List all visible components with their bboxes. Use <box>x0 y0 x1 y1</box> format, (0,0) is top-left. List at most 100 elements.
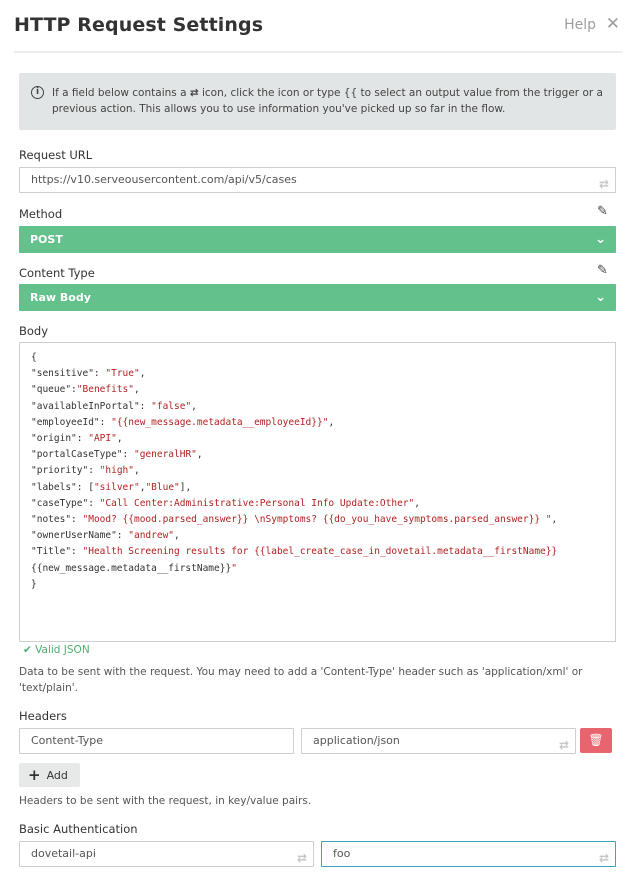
code-token: : <box>116 530 129 542</box>
code-line: "Title": "Health Screening results for {… <box>31 544 604 560</box>
code-line: { <box>31 350 604 366</box>
code-token: , <box>328 416 335 428</box>
code-token: , <box>196 449 203 461</box>
username-input[interactable]: dovetail-api ⇄ <box>19 841 314 867</box>
info-text-before: If a field below contains a <box>52 87 190 99</box>
header-key-value: Content-Type <box>31 734 103 747</box>
close-icon[interactable]: ✕ <box>606 14 620 34</box>
code-token: "portalCaseType" <box>31 449 123 461</box>
content-type-value: Raw Body <box>30 291 91 304</box>
page-title: HTTP Request Settings <box>14 14 264 36</box>
code-token: : <box>93 368 106 380</box>
code-token: "labels" <box>31 481 77 493</box>
method-value: POST <box>30 233 63 246</box>
check-icon: ✔ <box>23 644 32 656</box>
code-token: "Title" <box>31 546 72 558</box>
edit-pencil-icon[interactable]: ✎ <box>597 263 608 278</box>
code-token: : <box>71 546 83 558</box>
code-token: "false" <box>151 400 192 412</box>
code-token: "{{new_message.metadata__employeeId}}" <box>111 416 329 428</box>
code-token: "Benefits" <box>76 384 134 396</box>
code-token: , <box>116 433 123 445</box>
delete-header-button[interactable]: 🗑 <box>580 728 612 753</box>
add-header-button[interactable]: + Add <box>19 763 80 787</box>
code-token: , <box>133 384 140 396</box>
edit-pencil-icon[interactable]: ✎ <box>597 204 608 219</box>
code-token: "Health Screening results for {{label_cr… <box>82 546 558 558</box>
code-token: : [ <box>76 481 94 493</box>
code-token: "notes" <box>31 514 72 526</box>
code-token: "queue" <box>31 384 72 396</box>
code-token: : <box>88 497 100 509</box>
code-token: "True" <box>105 368 140 380</box>
code-token: "high" <box>99 465 134 477</box>
request-url-input[interactable]: https://v10.serveousercontent.com/api/v5… <box>19 167 616 193</box>
code-token: "origin" <box>31 433 77 445</box>
dialog-header: HTTP Request Settings Help ✕ <box>14 0 622 53</box>
code-token: "ownerUserName" <box>31 530 117 542</box>
help-link[interactable]: Help <box>564 17 596 33</box>
info-text: If a field below contains a ⇄ icon, clic… <box>52 85 607 117</box>
add-header-label: Add <box>46 769 68 782</box>
code-token: "Call Center:Administrative:Personal Inf… <box>99 497 415 509</box>
header-value-input[interactable]: application/json ⇄ <box>301 728 576 754</box>
code-token: "silver" <box>93 481 140 493</box>
code-line: "caseType": "Call Center:Administrative:… <box>31 496 604 512</box>
valid-json-status: ✔ Valid JSON <box>23 644 90 656</box>
code-token: "priority" <box>31 465 89 477</box>
code-line: "priority": "high", <box>31 463 604 479</box>
code-token: "Mood? {{mood.parsed_answer}} \nSymptoms… <box>82 514 552 526</box>
code-line: "portalCaseType": "generalHR", <box>31 447 604 463</box>
valid-json-label: Valid JSON <box>35 644 90 656</box>
code-line: "sensitive": "True", <box>31 366 604 382</box>
code-token: } <box>31 578 37 590</box>
code-token: , <box>414 497 420 509</box>
link-variable-icon[interactable]: ⇄ <box>559 733 569 753</box>
link-variable-icon[interactable]: ⇄ <box>599 172 609 192</box>
headers-help-text: Headers to be sent with the request, in … <box>19 795 312 807</box>
header-value-value: application/json <box>313 734 400 747</box>
method-label: Method <box>19 207 63 221</box>
code-token: {{new_message.metadata__firstName}} <box>31 562 232 574</box>
body-help-text: Data to be sent with the request. You ma… <box>19 664 582 696</box>
code-token: , <box>139 368 146 380</box>
body-label: Body <box>19 324 49 338</box>
trash-icon: 🗑 <box>588 733 604 747</box>
content-type-select[interactable]: Raw Body ⌄ <box>19 284 616 311</box>
link-variable-icon[interactable]: ⇄ <box>297 846 307 866</box>
code-token: : <box>88 465 100 477</box>
headers-label: Headers <box>19 709 67 723</box>
code-token: " <box>231 562 237 574</box>
header-key-input[interactable]: Content-Type <box>19 728 294 754</box>
chevron-down-icon: ⌄ <box>595 232 606 247</box>
link-variable-icon[interactable]: ⇄ <box>599 846 609 866</box>
code-line: "labels": ["silver","Blue"], <box>31 480 604 496</box>
code-token: : <box>99 416 112 428</box>
request-url-label: Request URL <box>19 148 93 162</box>
code-token: { <box>31 352 37 363</box>
chevron-down-icon: ⌄ <box>595 290 606 305</box>
username-value: dovetail-api <box>31 847 96 860</box>
code-line: "availableInPortal": "false", <box>31 399 604 415</box>
code-line: "ownerUserName": "andrew", <box>31 528 604 544</box>
method-select[interactable]: POST ⌄ <box>19 226 616 253</box>
code-line: } <box>31 577 604 593</box>
content-type-label: Content Type <box>19 266 95 280</box>
code-line: "employeeId": "{{new_message.metadata__e… <box>31 415 604 431</box>
password-input[interactable]: foo ⇄ <box>321 841 616 867</box>
link-variable-icon: ⇄ <box>189 87 199 99</box>
code-token: "Blue" <box>145 481 180 493</box>
code-line: "notes": "Mood? {{mood.parsed_answer}} \… <box>31 512 604 528</box>
body-help-line: Data to be sent with the request. You ma… <box>19 666 583 678</box>
code-token: , <box>133 465 140 477</box>
password-value: foo <box>333 847 351 860</box>
code-token: "employeeId" <box>31 416 100 428</box>
code-line: "origin": "API", <box>31 431 604 447</box>
code-token: : <box>76 433 89 445</box>
code-token: "sensitive" <box>31 368 94 380</box>
code-line: "queue":"Benefits", <box>31 382 604 398</box>
body-textarea[interactable]: { "sensitive": "True", "queue":"Benefits… <box>19 342 616 642</box>
code-token: , <box>191 400 197 412</box>
code-token: , <box>551 514 558 526</box>
code-line: {{new_message.metadata__firstName}}" <box>31 561 604 577</box>
